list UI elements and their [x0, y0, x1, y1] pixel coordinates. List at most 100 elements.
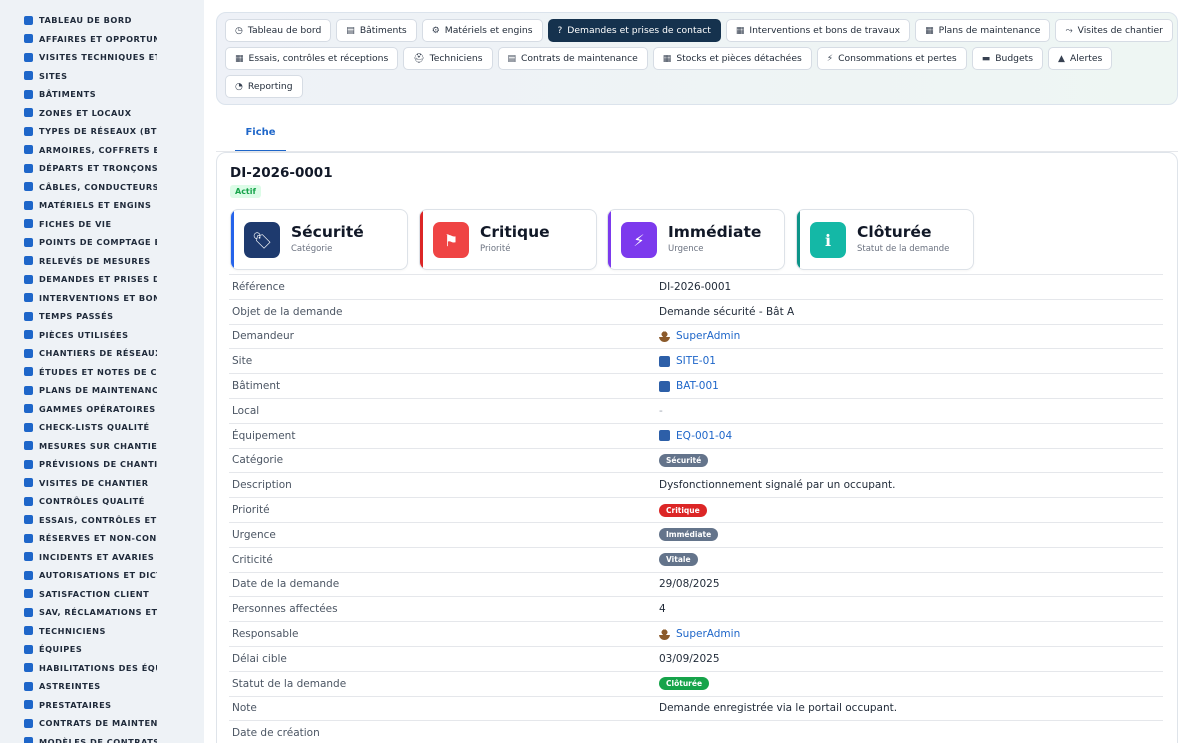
- sidebar-item[interactable]: TABLEAU DE BORD: [0, 11, 157, 30]
- tab-tableau-de-bord[interactable]: ◷ Tableau de bord: [225, 19, 332, 42]
- tab-plans-de-maintenance[interactable]: ▦ Plans de maintenance: [915, 19, 1051, 42]
- sidebar-item[interactable]: TYPES DE RÉSEAUX (BT / HTA): [0, 122, 157, 141]
- sidebar-item[interactable]: MODÈLES DE CONTRATS: [0, 733, 157, 743]
- sidebar-item[interactable]: FICHES DE VIE: [0, 215, 157, 234]
- tag-icon: 🏷: [244, 222, 280, 258]
- tab-reporting[interactable]: ◔ Reporting: [225, 75, 303, 98]
- sidebar-item[interactable]: ASTREINTES: [0, 677, 157, 696]
- detail-label: Statut de la demande: [232, 677, 347, 690]
- detail-value[interactable]: EQ-001-04: [659, 430, 732, 442]
- sidebar-item-label: RÉSERVES ET NON-CONFORMITÉS: [39, 533, 157, 544]
- sidebar-item[interactable]: AFFAIRES ET OPPORTUNITÉS: [0, 30, 157, 49]
- sidebar-item[interactable]: CHECK-LISTS QUALITÉ: [0, 418, 157, 437]
- sidebar-item[interactable]: INCIDENTS ET AVARIES: [0, 548, 157, 567]
- sidebar-item[interactable]: SAV, RÉCLAMATIONS ET GARANTIES: [0, 603, 157, 622]
- tab-label: Plans de maintenance: [938, 25, 1041, 36]
- sidebar-item[interactable]: DEMANDES ET PRISES DE CONTACT: [0, 270, 157, 289]
- building-icon: ▤: [346, 25, 355, 36]
- tab-alertes[interactable]: ▲ Alertes: [1048, 47, 1113, 70]
- detail-value: Critique: [659, 503, 707, 517]
- sidebar-item[interactable]: CÂBLES, CONDUCTEURS: [0, 178, 157, 197]
- sidebar-item[interactable]: ZONES ET LOCAUX: [0, 104, 157, 123]
- detail-label: Catégorie: [232, 454, 284, 467]
- detail-row: Note Demande enregistrée via le portail o…: [229, 695, 1163, 721]
- sidebar-item[interactable]: TECHNICIENS: [0, 622, 157, 641]
- sidebar-item[interactable]: PLANS DE MAINTENANCE: [0, 381, 157, 400]
- value-badge: Vitale: [659, 553, 698, 567]
- sidebar-item[interactable]: CHANTIERS DE RÉSEAUX: [0, 344, 157, 363]
- sidebar-item-label: POINTS DE COMPTAGE ET: [39, 237, 157, 248]
- tab-essais-contrôles-et-réceptions[interactable]: ▦ Essais, contrôles et réceptions: [225, 47, 399, 70]
- module-icon: [24, 293, 33, 303]
- module-icon: [24, 145, 33, 155]
- module-icon: [24, 200, 33, 210]
- sidebar-item[interactable]: MESURES SUR CHANTIER: [0, 437, 157, 456]
- tab-bâtiments[interactable]: ▤ Bâtiments: [336, 19, 417, 42]
- sidebar-item[interactable]: ÉTUDES ET NOTES DE CALCUL: [0, 363, 157, 382]
- sidebar-item-label: AUTORISATIONS ET DICT: [39, 570, 157, 581]
- tab-label: Budgets: [995, 53, 1034, 64]
- tab-budgets[interactable]: ▬ Budgets: [971, 47, 1044, 70]
- summary-value: Immédiate: [668, 223, 762, 241]
- money-icon: ▬: [981, 53, 991, 64]
- module-icon: [24, 108, 33, 118]
- sidebar-item[interactable]: HABILITATIONS DES ÉQUIPES: [0, 659, 157, 678]
- sidebar-item-label: INCIDENTS ET AVARIES: [39, 551, 155, 562]
- sidebar-item[interactable]: BÂTIMENTS: [0, 85, 157, 104]
- tab-consommations-et-pertes[interactable]: ⚡ Consommations et pertes: [816, 47, 967, 70]
- sidebar-item[interactable]: PIÈCES UTILISÉES: [0, 326, 157, 345]
- sidebar-item[interactable]: VISITES DE CHANTIER: [0, 474, 157, 493]
- sidebar-item-label: SATISFACTION CLIENT: [39, 588, 150, 599]
- tab-row: ◔ Reporting: [225, 75, 1169, 98]
- link-text: SITE-01: [676, 355, 716, 368]
- detail-label: Référence: [232, 280, 285, 293]
- tab-matériels-et-engins[interactable]: ⚙ Matériels et engins: [421, 19, 543, 42]
- tab-interventions-et-bons-de-travaux[interactable]: ▦ Interventions et bons de travaux: [725, 19, 911, 42]
- tab-stocks-et-pièces-détachées[interactable]: ▦ Stocks et pièces détachées: [652, 47, 812, 70]
- detail-value[interactable]: SuperAdmin: [659, 330, 740, 342]
- sidebar-item[interactable]: ESSAIS, CONTRÔLES ET: [0, 511, 157, 530]
- sidebar-item[interactable]: AUTORISATIONS ET DICT: [0, 566, 157, 585]
- detail-label: Site: [232, 355, 253, 368]
- sidebar-item[interactable]: GAMMES OPÉRATOIRES: [0, 400, 157, 419]
- tab-fiche[interactable]: Fiche: [235, 122, 286, 152]
- sidebar-item-label: VISITES DE CHANTIER: [39, 477, 149, 488]
- sidebar-item[interactable]: DÉPARTS ET TRONÇONS: [0, 159, 157, 178]
- sidebar-item-label: FICHES DE VIE: [39, 218, 112, 229]
- sidebar-item[interactable]: SITES: [0, 67, 157, 86]
- sidebar-item[interactable]: PRESTATAIRES: [0, 696, 157, 715]
- sidebar-item[interactable]: INTERVENTIONS ET BONS: [0, 289, 157, 308]
- sidebar-item[interactable]: MATÉRIELS ET ENGINS: [0, 196, 157, 215]
- tab-demandes-et-prises-de-contact[interactable]: ? Demandes et prises de contact: [547, 19, 721, 42]
- detail-value[interactable]: SuperAdmin: [659, 628, 740, 640]
- module-icon: [24, 644, 33, 654]
- summary-label: Priorité: [480, 244, 511, 254]
- detail-value[interactable]: BAT-001: [659, 380, 719, 392]
- sidebar-item[interactable]: RELEVÉS DE MESURES: [0, 252, 157, 271]
- sidebar-item[interactable]: RÉSERVES ET NON-CONFORMITÉS: [0, 529, 157, 548]
- sidebar-item[interactable]: TEMPS PASSÉS: [0, 307, 157, 326]
- sidebar-item[interactable]: SATISFACTION CLIENT: [0, 585, 157, 604]
- sidebar-item[interactable]: VISITES TECHNIQUES ET AUDITS: [0, 48, 157, 67]
- tab-techniciens[interactable]: ⛑ Techniciens: [403, 47, 493, 70]
- module-icon: [24, 607, 33, 617]
- sidebar-item[interactable]: ARMOIRES, COFFRETS ET TABLEAUX: [0, 141, 157, 160]
- accent-bar: [420, 210, 423, 269]
- sidebar-item[interactable]: POINTS DE COMPTAGE ET: [0, 233, 157, 252]
- tab-label: Demandes et prises de contact: [567, 25, 711, 36]
- sidebar-item-label: ZONES ET LOCAUX: [39, 107, 132, 118]
- sidebar-item[interactable]: ÉQUIPES: [0, 640, 157, 659]
- sidebar-item[interactable]: PRÉVISIONS DE CHANTIER: [0, 455, 157, 474]
- detail-row: Site SITE-01: [229, 348, 1163, 373]
- sidebar-item[interactable]: CONTRATS DE MAINTENANCE: [0, 714, 157, 733]
- detail-row: Criticité Vitale: [229, 546, 1163, 572]
- detail-value[interactable]: SITE-01: [659, 355, 716, 367]
- module-icon: [24, 34, 33, 44]
- detail-label: Priorité: [232, 504, 270, 517]
- sidebar-item[interactable]: CONTRÔLES QUALITÉ: [0, 492, 157, 511]
- sidebar-item-label: HABILITATIONS DES ÉQUIPES: [39, 662, 157, 673]
- tab-contrats-de-maintenance[interactable]: ▤ Contrats de maintenance: [497, 47, 648, 70]
- record-title: DI-2026-0001: [230, 165, 333, 181]
- tab-visites-de-chantier[interactable]: ⤳ Visites de chantier: [1055, 19, 1173, 42]
- tab-row: ▦ Essais, contrôles et réceptions ⛑ Technic…: [225, 47, 1169, 70]
